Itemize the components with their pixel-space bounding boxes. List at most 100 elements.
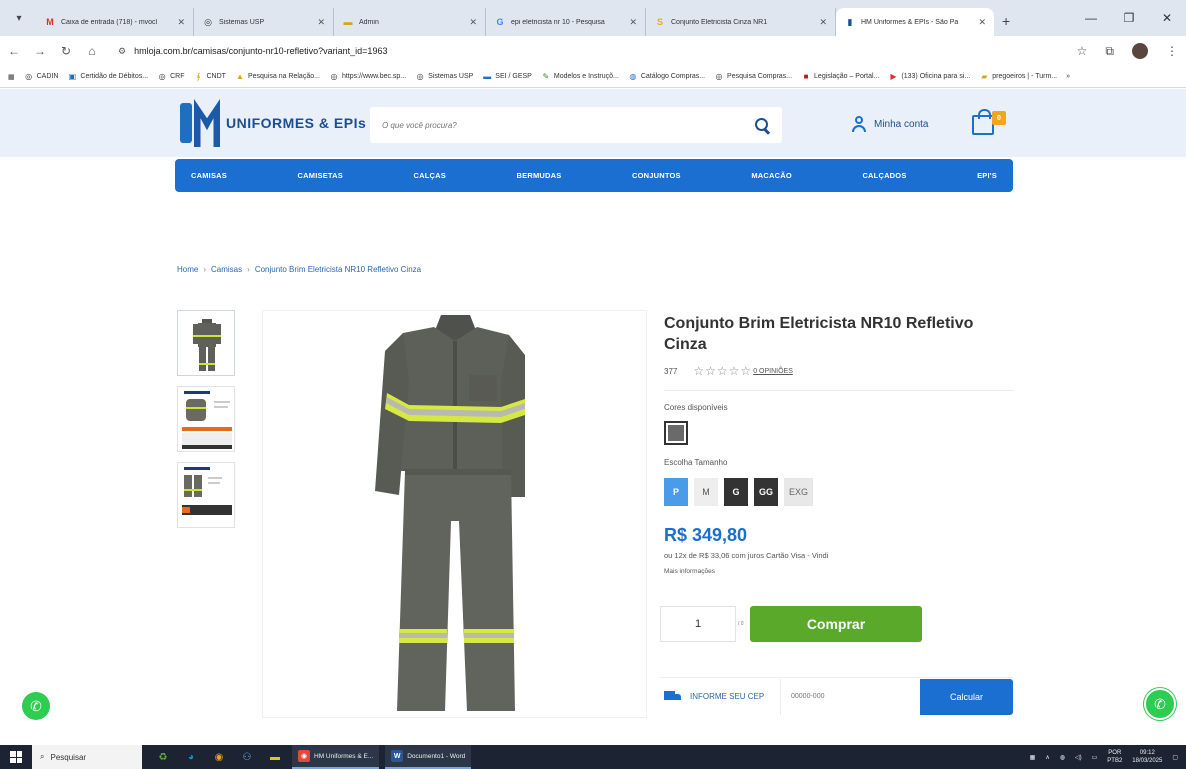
cep-label-text: INFORME SEU CEP: [690, 692, 765, 701]
thumbnail-shirt-detail[interactable]: [177, 386, 235, 452]
size-option-g[interactable]: G: [724, 478, 748, 506]
display-icon[interactable]: ▭: [1092, 754, 1098, 761]
close-tab-icon[interactable]: ✕: [819, 17, 827, 28]
site-info-icon[interactable]: ⚙: [118, 46, 126, 57]
bookmark-item[interactable]: ◍ Catálogo Compras...: [628, 72, 705, 82]
calculate-shipping-button[interactable]: Calcular: [920, 678, 1013, 715]
taskbar-task-word[interactable]: W Documento1 - Word: [385, 745, 472, 769]
breadcrumb-current[interactable]: Conjunto Brim Eletricista NR10 Refletivo…: [255, 265, 421, 274]
recycle-icon[interactable]: ♻: [152, 745, 174, 769]
nav-item-calcas[interactable]: CALÇAS: [414, 171, 446, 180]
bookmark-item[interactable]: ▶ (133) Oficina para si...: [888, 72, 970, 82]
store-logo[interactable]: UNIFORMES & EPIs: [180, 99, 366, 147]
bookmark-item[interactable]: ◎ CRF: [157, 72, 185, 82]
whatsapp-chat-icon[interactable]: ✆: [1144, 688, 1176, 720]
thumbnail-full-outfit[interactable]: [177, 310, 235, 376]
url-field[interactable]: ⚙ hmloja.com.br/camisas/conjunto-nr10-re…: [112, 40, 1063, 62]
profile-avatar[interactable]: [1132, 43, 1148, 59]
search-input[interactable]: [382, 120, 754, 130]
start-button[interactable]: [0, 745, 32, 769]
size-options: P M G GG EXG: [664, 478, 814, 506]
extensions-icon[interactable]: ⧉: [1105, 44, 1114, 59]
taskbar-task-browser[interactable]: ◉ HM Uniformes & E...: [292, 745, 380, 769]
forward-icon[interactable]: →: [34, 44, 46, 58]
minimize-icon[interactable]: —: [1072, 11, 1110, 25]
calendar-icon[interactable]: ▦: [1030, 754, 1036, 761]
bookmark-item[interactable]: ∮ CNDT: [194, 72, 226, 82]
restore-icon[interactable]: ❐: [1110, 11, 1148, 25]
file-explorer-icon[interactable]: ▬: [264, 745, 286, 769]
teams-icon[interactable]: ⚇: [236, 745, 258, 769]
network-icon[interactable]: ◍: [1060, 754, 1065, 761]
opinions-link[interactable]: 0 OPINIÕES: [753, 368, 793, 375]
browser-tab[interactable]: ◎ Sistemas USP ✕: [194, 8, 334, 36]
nav-item-camisas[interactable]: CAMISAS: [191, 171, 227, 180]
search-icon[interactable]: [754, 117, 770, 133]
color-swatch-grey[interactable]: [664, 421, 688, 445]
more-info-link[interactable]: Mais informações: [664, 568, 715, 575]
nav-item-calcados[interactable]: CALÇADOS: [862, 171, 906, 180]
browser-tab[interactable]: G epi eletricista nr 10 - Pesquisa ✕: [486, 8, 646, 36]
bookmark-star-icon[interactable]: ☆: [1077, 44, 1088, 58]
nav-item-epis[interactable]: EPI'S: [977, 171, 997, 180]
close-window-icon[interactable]: ✕: [1148, 11, 1186, 25]
rating-stars[interactable]: ☆ ☆ ☆ ☆ ☆: [693, 364, 751, 378]
nav-item-macacao[interactable]: MACACÃO: [751, 171, 792, 180]
size-option-gg[interactable]: GG: [754, 478, 779, 506]
close-tab-icon[interactable]: ✕: [629, 17, 637, 28]
close-tab-icon[interactable]: ✕: [978, 17, 986, 28]
browser-tab[interactable]: S Conjunto Eletricista Cinza NR1 ✕: [646, 8, 836, 36]
cep-input[interactable]: [780, 678, 920, 715]
bookmark-item[interactable]: ◎ Sistemas USP: [415, 72, 474, 82]
home-icon[interactable]: ⌂: [86, 44, 98, 58]
tab-title: Sistemas USP: [219, 18, 265, 26]
thumbnail-pants-detail[interactable]: [177, 462, 235, 528]
bookmark-item[interactable]: ◎ Pesquisa Compras...: [714, 72, 792, 82]
nav-item-camisetas[interactable]: CAMISETAS: [298, 171, 343, 180]
clock[interactable]: 09:12 18/03/2025: [1132, 749, 1162, 765]
bookmark-item[interactable]: ▬ SEI / GESP: [482, 72, 532, 82]
close-tab-icon[interactable]: ✕: [177, 17, 185, 28]
product-main-image[interactable]: [262, 310, 647, 718]
whatsapp-icon[interactable]: ✆: [22, 692, 50, 720]
size-option-p[interactable]: P: [664, 478, 688, 506]
breadcrumb-home[interactable]: Home: [177, 265, 198, 274]
tray-chevron-icon[interactable]: ∧: [1045, 754, 1049, 761]
search-box: [370, 107, 782, 143]
bookmark-item[interactable]: ▰ pregoeiros | - Turm...: [979, 72, 1057, 82]
browser-tab-active[interactable]: ▮ HM Uniformes & EPIs - São Pa ✕: [836, 8, 994, 36]
bookmark-item[interactable]: ✎ Modelos e Instruçõ...: [541, 72, 619, 82]
chrome-icon[interactable]: ◉: [208, 745, 230, 769]
breadcrumb-category[interactable]: Camisas: [211, 265, 242, 274]
more-bookmarks-icon[interactable]: »: [1066, 73, 1070, 80]
bookmark-item[interactable]: ◎ https://www.bec.sp...: [329, 72, 406, 82]
close-tab-icon[interactable]: ✕: [317, 17, 325, 28]
language-indicator[interactable]: POR PTB2: [1107, 749, 1122, 765]
buy-button[interactable]: Comprar: [750, 606, 922, 642]
size-option-exg[interactable]: EXG: [784, 478, 814, 506]
bookmark-item[interactable]: ▲ Pesquisa na Relação...: [235, 72, 320, 82]
size-option-m[interactable]: M: [694, 478, 718, 506]
bookmark-item[interactable]: ■ Legislação – Portal...: [801, 72, 880, 82]
bookmark-item[interactable]: ◎ CADIN: [24, 72, 58, 82]
volume-icon[interactable]: ◁): [1075, 754, 1082, 761]
close-tab-icon[interactable]: ✕: [469, 17, 477, 28]
taskbar-search[interactable]: ⌕ Pesquisar: [32, 745, 142, 769]
browser-tab[interactable]: ▬ Admin ✕: [334, 8, 486, 36]
bookmark-item[interactable]: ▣ Certidão de Débitos...: [67, 72, 148, 82]
reload-icon[interactable]: ↻: [60, 44, 72, 58]
nav-item-conjuntos[interactable]: CONJUNTOS: [632, 171, 681, 180]
browser-tab[interactable]: M Caixa de entrada (718) - mvocl ✕: [36, 8, 194, 36]
edge-icon[interactable]: ◕: [180, 745, 202, 769]
tab-search-chevron-icon[interactable]: ▾: [6, 5, 32, 31]
account-link[interactable]: Minha conta: [852, 116, 928, 132]
clock-date: 18/03/2025: [1132, 758, 1163, 764]
quantity-input[interactable]: 1: [660, 606, 736, 642]
apps-grid-icon[interactable]: ▦: [8, 73, 15, 81]
back-icon[interactable]: ←: [8, 44, 20, 58]
browser-menu-icon[interactable]: ⋮: [1166, 44, 1178, 58]
nav-item-bermudas[interactable]: BERMUDAS: [517, 171, 562, 180]
notifications-icon[interactable]: ▢: [1172, 754, 1178, 761]
cart-button[interactable]: 0: [972, 109, 1006, 135]
new-tab-icon[interactable]: +: [1002, 13, 1010, 29]
